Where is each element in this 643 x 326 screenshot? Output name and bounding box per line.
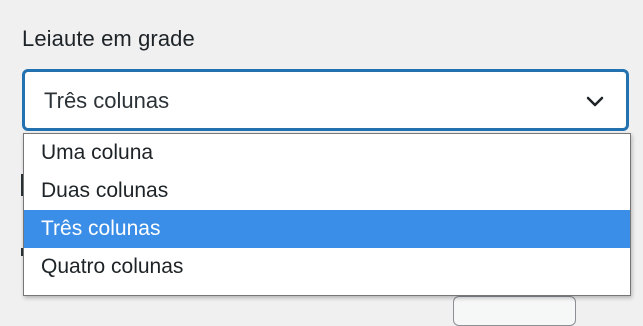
partial-button[interactable] xyxy=(453,296,576,326)
grid-layout-select[interactable]: Três colunas xyxy=(23,70,628,130)
option-two-columns[interactable]: Duas colunas xyxy=(24,172,630,210)
option-four-columns[interactable]: Quatro colunas xyxy=(24,248,630,286)
selected-value: Três colunas xyxy=(44,88,170,113)
option-one-column[interactable]: Uma coluna xyxy=(24,134,630,172)
option-three-columns[interactable]: Três colunas xyxy=(24,210,630,248)
grid-layout-options: Uma coluna Duas colunas Três colunas Qua… xyxy=(23,133,631,296)
grid-layout-label: Leiaute em grade xyxy=(22,26,195,51)
settings-panel: Leiaute em grade Três colunas Uma coluna… xyxy=(0,0,643,326)
chevron-down-icon xyxy=(584,90,606,112)
